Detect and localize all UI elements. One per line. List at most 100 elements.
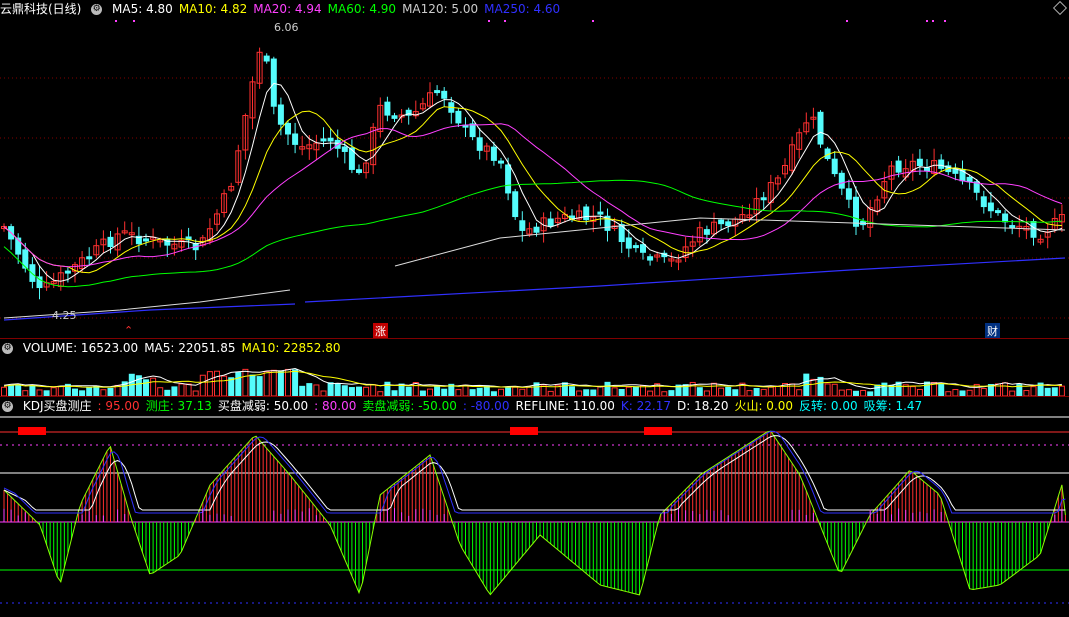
red-signal-2	[644, 427, 672, 435]
volume-bar-12	[86, 387, 93, 396]
candle-body-55	[391, 115, 398, 119]
volume-bar-40	[285, 368, 291, 396]
kdj-label-5: 卖盘减弱: -50.00	[362, 399, 457, 413]
volume-bar-141	[1002, 382, 1009, 396]
volume-bar-65	[462, 384, 469, 396]
settings-gear-icon[interactable]: ⚙	[91, 4, 103, 15]
candle-body-72	[512, 191, 519, 218]
kdj-label-12: 吸筹: 1.47	[863, 399, 923, 413]
volume-bar-41	[292, 369, 299, 396]
price-pane[interactable]: 云鼎科技(日线) ⚙ MA5: 4.80 MA10: 4.82 MA20: 4.94…	[0, 0, 1069, 339]
kdj-label-11: 反转: 0.00	[799, 399, 858, 413]
ma60-line	[3, 179, 1062, 288]
volume-bar-1	[8, 384, 15, 396]
volume-bar-8	[57, 385, 64, 396]
candle-body-40	[285, 122, 291, 135]
candle-body-101	[718, 219, 725, 225]
kdj-label-8: K: 22.17	[620, 399, 671, 413]
candle-body-70	[498, 160, 504, 164]
candle-body-140	[995, 210, 1001, 214]
volume-bar-0	[1, 386, 7, 396]
high-price-label: 6.06	[274, 21, 299, 34]
volume-bar-123	[874, 384, 881, 396]
volume-bar-84	[597, 386, 604, 396]
price-header: 云鼎科技(日线) ⚙ MA5: 4.80 MA10: 4.82 MA20: 4.94…	[0, 0, 572, 18]
volume-bar-30	[214, 370, 220, 396]
kdj-label-2: 测庄: 37.13	[145, 399, 212, 413]
volume-bar-85	[604, 381, 611, 396]
volume-bar-62	[441, 388, 448, 396]
volume-bar-26	[185, 383, 192, 396]
volume-bar-21	[150, 377, 157, 396]
kdj-label-7: REFLINE: 110.00	[515, 399, 615, 413]
candle-body-120	[853, 196, 859, 227]
volume-label-1: MA5: 22051.85	[144, 341, 236, 355]
volume-bar-79	[561, 382, 568, 396]
candle-body-126	[895, 160, 902, 173]
volume-bar-147	[1044, 387, 1051, 396]
volume-bar-50	[356, 386, 362, 396]
top-dot-5	[846, 20, 848, 22]
up-arrow-icon: ⌃	[124, 324, 134, 337]
kdj-indicator-chart[interactable]	[0, 415, 1069, 617]
volume-bar-10	[72, 388, 78, 396]
volume-bar-74	[526, 386, 533, 396]
ma-label-2: MA20: 4.94	[253, 2, 322, 16]
volume-bar-46	[327, 382, 334, 396]
top-dot-3	[504, 20, 506, 22]
candle-body-62	[441, 90, 448, 99]
volume-chart[interactable]	[0, 356, 1069, 396]
volume-bar-109	[774, 385, 781, 396]
volume-bar-72	[512, 386, 519, 396]
ma-labels: MA5: 4.80 MA10: 4.82 MA20: 4.94 MA60: 4.90 M…	[112, 2, 566, 16]
candle-body-136	[966, 176, 973, 183]
volume-bar-114	[810, 378, 817, 396]
volume-bar-71	[505, 387, 512, 396]
top-dot-8	[944, 20, 946, 22]
candle-body-15	[107, 236, 114, 247]
candle-body-20	[143, 238, 149, 242]
volume-bar-86	[611, 387, 618, 396]
candle-body-129	[916, 158, 923, 167]
ma10-line	[3, 106, 1062, 274]
ma250-line-b	[304, 257, 1066, 303]
candle-body-50	[356, 169, 362, 173]
volume-bar-106	[753, 388, 760, 396]
volume-bar-25	[178, 383, 185, 396]
candle-body-37	[263, 55, 270, 62]
volume-bar-61	[434, 386, 441, 396]
candle-body-117	[831, 158, 838, 175]
candle-body-130	[924, 167, 930, 172]
candle-body-38	[270, 58, 277, 107]
kdj-header: ⚙ KDJ买盘测庄: 95.00 测庄: 37.13 买盘减弱: 50.00: 80…	[0, 397, 934, 415]
volume-bar-37	[263, 371, 270, 396]
volume-pane[interactable]: ⚙ VOLUME: 16523.00 MA5: 22051.85 MA10: 228…	[0, 338, 1069, 397]
top-dot-0	[115, 20, 117, 22]
zhang-marker[interactable]: 涨	[373, 323, 388, 339]
volume-label-2: MA10: 22852.80	[241, 341, 341, 355]
kdj-label-4: : 80.00	[314, 399, 357, 413]
kdj-labels: KDJ买盘测庄: 95.00 测庄: 37.13 买盘减弱: 50.00: 80.0…	[23, 399, 928, 413]
candle-body-90	[640, 244, 646, 253]
volume-bar-124	[881, 382, 888, 396]
candle-body-71	[505, 164, 512, 194]
stock-title: 云鼎科技(日线)	[0, 2, 82, 16]
volume-bar-28	[199, 374, 206, 396]
volume-bar-38	[270, 369, 277, 396]
candle-body-61	[434, 90, 441, 94]
volume-bar-57	[405, 386, 412, 396]
kdj-pane[interactable]: ⚙ KDJ买盘测庄: 95.00 测庄: 37.13 买盘减弱: 50.00: 80…	[0, 396, 1069, 617]
candle-body-102	[725, 221, 732, 227]
kdj-gear-icon[interactable]: ⚙	[2, 401, 13, 412]
candle-body-132	[938, 159, 945, 169]
cai-marker[interactable]: 财	[985, 323, 1000, 339]
volume-gear-icon[interactable]: ⚙	[2, 343, 13, 354]
top-dot-1	[133, 20, 135, 22]
candle-body-84	[597, 211, 604, 215]
candle-body-4	[29, 264, 36, 282]
expand-diamond-icon[interactable]	[1052, 0, 1068, 16]
candle-body-45	[320, 138, 327, 142]
candlestick-chart[interactable]	[0, 18, 1069, 338]
volume-bar-22	[157, 387, 164, 396]
volume-bar-4	[29, 384, 36, 396]
